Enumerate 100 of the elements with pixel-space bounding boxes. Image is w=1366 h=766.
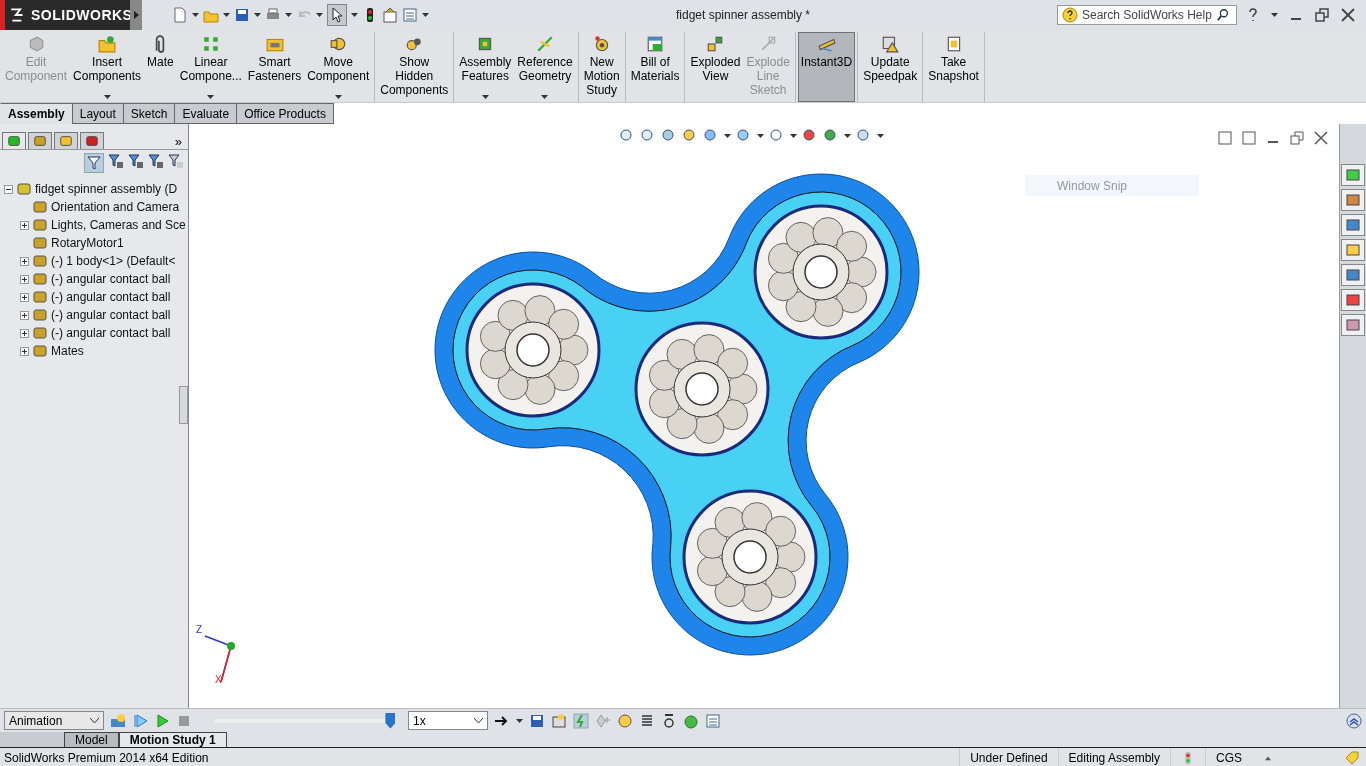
configuration-tab[interactable] [54, 132, 78, 149]
task-pane-tab[interactable] [1341, 214, 1365, 236]
help-search-field[interactable]: Search SolidWorks Help [1057, 5, 1237, 25]
tile-left-icon[interactable] [1217, 130, 1233, 146]
collapse-icon[interactable] [4, 184, 13, 194]
appearance-tab[interactable] [80, 132, 104, 149]
restore-icon[interactable] [1314, 7, 1330, 23]
tree-item[interactable]: fidget spinner assembly (D [35, 182, 178, 196]
tree-item[interactable]: Lights, Cameras and Sce [51, 218, 186, 232]
results-icon[interactable] [705, 712, 721, 729]
caret-icon[interactable] [207, 95, 215, 99]
speed-dropdown[interactable]: 1x [408, 711, 488, 730]
caret-icon[interactable] [844, 134, 851, 138]
slider-thumb[interactable] [385, 712, 396, 729]
task-pane-tab[interactable] [1341, 189, 1365, 211]
task-pane-tab[interactable] [1341, 264, 1365, 286]
close-icon[interactable] [1340, 7, 1356, 23]
caret-icon[interactable] [223, 13, 230, 17]
ribbon-button[interactable]: Insert Components [70, 32, 145, 102]
collapse-up-icon[interactable] [1346, 712, 1362, 729]
ribbon-button[interactable]: Assembly Features [456, 32, 515, 102]
tree-item[interactable]: (-) 1 body<1> (Default< [51, 254, 176, 268]
ribbon-button[interactable]: Update Speedpak [860, 32, 921, 102]
command-tab[interactable]: Layout [72, 103, 124, 124]
feature-tree-tab[interactable] [2, 132, 26, 149]
task-pane-tab[interactable] [1341, 239, 1365, 261]
restore-icon[interactable] [1289, 130, 1305, 146]
tree-item[interactable]: (-) angular contact ball [51, 308, 171, 322]
close-icon[interactable] [1313, 130, 1329, 146]
caret-icon[interactable] [877, 134, 884, 138]
save-icon[interactable] [234, 7, 250, 23]
ribbon-button[interactable]: New Motion Study [580, 32, 623, 102]
funnel-icon[interactable] [128, 153, 144, 169]
caret-icon[interactable] [422, 13, 429, 17]
study-tab[interactable]: Model [64, 732, 119, 747]
options-icon[interactable] [382, 7, 398, 23]
caret-icon[interactable] [103, 95, 111, 99]
select-button[interactable] [327, 4, 347, 26]
task-pane-tab[interactable] [1341, 314, 1365, 336]
caret-icon[interactable] [254, 13, 261, 17]
caret-icon[interactable] [541, 95, 549, 99]
ribbon-button[interactable]: Mate [144, 32, 177, 102]
tree-item[interactable]: (-) angular contact ball [51, 290, 171, 304]
play-from-start-icon[interactable] [132, 712, 148, 729]
tree-item[interactable]: Orientation and Camera [51, 200, 180, 214]
caret-icon[interactable] [285, 13, 292, 17]
panel-collapse-handle[interactable] [179, 386, 188, 424]
brand-logo: SOLIDWORKS [31, 7, 133, 23]
expand-icon[interactable] [20, 274, 29, 284]
tile-right-icon[interactable] [1241, 130, 1257, 146]
save-animation-icon[interactable] [529, 712, 545, 729]
ribbon-button[interactable]: Exploded View [687, 32, 744, 102]
ribbon-button[interactable]: Bill of Materials [627, 32, 683, 102]
tree-item[interactable]: (-) angular contact ball [51, 272, 171, 286]
menu-expand-button[interactable] [130, 0, 142, 30]
caret-icon[interactable] [351, 13, 358, 17]
study-type-dropdown[interactable]: Animation [4, 711, 104, 730]
caret-icon[interactable] [724, 134, 731, 138]
caret-icon[interactable] [192, 13, 199, 17]
expand-icon[interactable] [20, 346, 29, 356]
expand-icon[interactable] [20, 220, 29, 230]
command-tab[interactable]: Assembly [0, 103, 73, 124]
ribbon-button[interactable]: Reference Geometry [514, 32, 576, 102]
property-tab[interactable] [28, 132, 52, 149]
tree-item[interactable]: RotaryMotor1 [51, 236, 124, 250]
expand-icon[interactable] [20, 328, 29, 338]
tree-item[interactable]: (-) angular contact ball [51, 326, 171, 340]
command-tab[interactable]: Office Products [237, 103, 334, 124]
ribbon-button[interactable]: Instant3D [797, 32, 856, 102]
caret-icon[interactable] [481, 95, 489, 99]
ribbon-button[interactable]: Smart Fasteners [244, 32, 305, 102]
task-pane-tab[interactable] [1341, 289, 1365, 311]
caret-icon[interactable] [516, 718, 523, 723]
caret-icon[interactable] [757, 134, 764, 138]
ribbon-button[interactable]: Take Snapshot [925, 32, 982, 102]
funnel-icon[interactable] [148, 153, 164, 169]
caret-icon[interactable] [1271, 13, 1278, 17]
checklist-icon[interactable] [402, 7, 418, 23]
task-pane-tab[interactable] [1341, 164, 1365, 186]
expand-icon[interactable] [20, 310, 29, 320]
ribbon-button[interactable]: Linear Compone... [176, 32, 245, 102]
calculate-icon[interactable] [110, 712, 126, 729]
study-tab[interactable]: Motion Study 1 [118, 732, 227, 747]
funnel-icon [86, 155, 102, 171]
filter-button[interactable] [84, 153, 104, 173]
expand-icon[interactable] [20, 256, 29, 266]
caret-icon[interactable] [316, 13, 323, 17]
tag-icon[interactable] [1344, 750, 1360, 766]
funnel-icon[interactable] [168, 153, 184, 169]
play-icon[interactable] [154, 712, 170, 729]
command-tab[interactable]: Evaluate [175, 103, 238, 124]
more-tabs-button[interactable]: » [174, 134, 186, 149]
tree-item[interactable]: Mates [51, 344, 84, 358]
caret-icon[interactable] [790, 134, 797, 138]
expand-icon[interactable] [20, 292, 29, 302]
ribbon-button[interactable]: Show Hidden Components [377, 32, 452, 102]
funnel-icon[interactable] [108, 153, 124, 169]
caret-icon[interactable] [334, 95, 342, 99]
ribbon-button[interactable]: Move Component [304, 32, 373, 102]
command-tab[interactable]: Sketch [123, 103, 176, 124]
